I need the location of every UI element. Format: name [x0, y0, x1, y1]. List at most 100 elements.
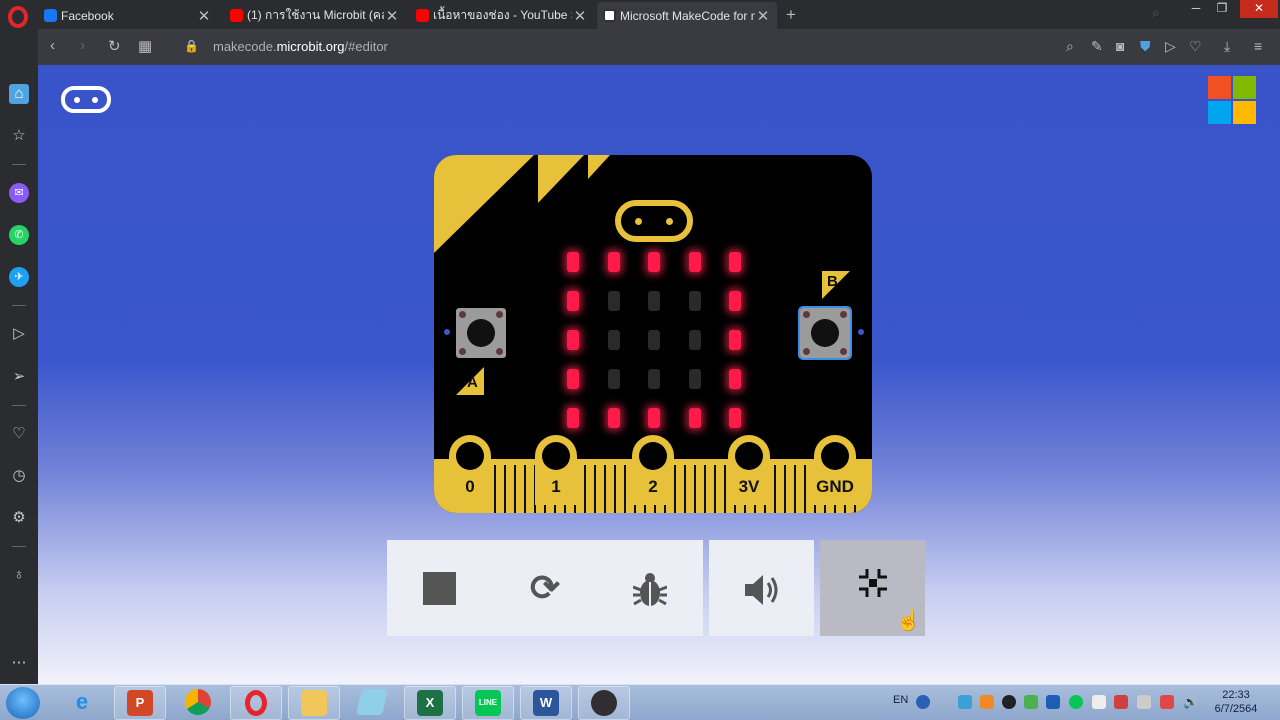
twitter-icon[interactable]: ✈ — [9, 267, 29, 287]
led-4-2 — [648, 408, 660, 428]
menu-icon[interactable]: ≡ — [1254, 38, 1262, 54]
taskbar-opera[interactable] — [230, 686, 282, 720]
button-a[interactable] — [456, 308, 506, 358]
tab-youtube-microbit[interactable]: (1) การใช้งาน Microbit (คลา ✕ — [224, 2, 406, 29]
tab-search-icon[interactable]: ⌕ — [1152, 4, 1160, 21]
clock[interactable]: 22:33 6/7/2564 — [1208, 688, 1264, 716]
player-icon[interactable]: ▷ — [9, 324, 29, 344]
heart-icon[interactable]: ♡ — [9, 424, 29, 444]
folder-icon — [301, 690, 327, 717]
speaker-icon — [744, 575, 777, 606]
adblock-shield-icon[interactable]: ⛊ — [1140, 38, 1151, 55]
connector-stripe — [704, 465, 706, 513]
led-0-2 — [648, 252, 660, 272]
tab-youtube-studio[interactable]: เนื้อหาของช่อง - YouTube S ✕ — [410, 2, 594, 29]
favorite-heart-icon[interactable]: ♡ — [1189, 38, 1202, 55]
connector-stripe — [514, 465, 516, 513]
obs-tray-icon[interactable] — [1002, 695, 1016, 709]
taskbar-powerpoint[interactable]: P — [114, 686, 166, 720]
tray-app-icon[interactable] — [1092, 695, 1106, 709]
led-2-4 — [729, 330, 741, 350]
led-4-1 — [608, 408, 620, 428]
tray-app-icon[interactable] — [1024, 695, 1038, 709]
taskbar-obs[interactable] — [578, 686, 630, 720]
connector-stripe — [774, 465, 776, 513]
bookmarks-icon[interactable]: ☆ — [9, 126, 29, 146]
tray-app-icon[interactable] — [980, 695, 994, 709]
language-indicator[interactable]: EN — [893, 694, 908, 706]
tray-app-icon[interactable] — [1114, 695, 1128, 709]
close-tab-icon[interactable]: ✕ — [755, 7, 771, 25]
taskbar-word[interactable]: W — [520, 686, 572, 720]
line-tray-icon[interactable] — [1069, 695, 1083, 709]
home-icon[interactable]: ⌂ — [9, 84, 29, 104]
connector-stripe — [674, 465, 676, 513]
button-b-pin-dot — [858, 329, 864, 335]
led-1-0 — [567, 291, 579, 311]
mute-control — [709, 540, 814, 636]
facebook-icon — [44, 9, 57, 22]
snapshot-edit-icon[interactable]: ✎ — [1091, 38, 1103, 55]
camera-icon[interactable]: ◙ — [1116, 38, 1124, 54]
stop-button[interactable] — [387, 540, 493, 636]
start-button[interactable] — [6, 687, 40, 719]
close-tab-icon[interactable]: ✕ — [572, 7, 588, 25]
restart-button[interactable]: ⟳ — [493, 540, 597, 636]
led-0-3 — [689, 252, 701, 272]
volume-icon[interactable]: 🔊 — [1183, 695, 1198, 709]
url-field[interactable]: makecode.microbit.org/#editor — [213, 39, 388, 54]
taskbar-ie[interactable]: e — [56, 686, 108, 720]
mute-button[interactable] — [709, 540, 814, 636]
taskbar-excel[interactable]: X — [404, 686, 456, 720]
pin-0-label: 0 — [465, 477, 475, 496]
tray-app-icon[interactable] — [1046, 695, 1060, 709]
messenger-icon[interactable]: ✉ — [9, 183, 29, 203]
led-0-0 — [567, 252, 579, 272]
tab-title: Facebook — [61, 8, 114, 23]
close-tab-icon[interactable]: ✕ — [384, 7, 400, 25]
new-tab-icon[interactable]: + — [786, 5, 796, 25]
history-icon[interactable]: ◷ — [9, 466, 29, 486]
help-icon[interactable] — [916, 695, 930, 709]
minimize-icon[interactable]: ─ — [1182, 0, 1210, 18]
lock-icon[interactable]: 🔒 — [184, 39, 199, 53]
forward-icon[interactable]: › — [80, 37, 85, 54]
taskbar-explorer[interactable] — [288, 686, 340, 720]
tab-facebook[interactable]: Facebook ✕ — [38, 2, 218, 29]
zoom-search-icon[interactable]: ⌕ — [1066, 38, 1074, 55]
button-a-label: A — [467, 374, 478, 391]
tray-app-icon[interactable] — [958, 695, 972, 709]
led-4-3 — [689, 408, 701, 428]
microbit-logo-icon[interactable] — [61, 86, 111, 113]
send-icon[interactable]: ➢ — [9, 367, 29, 387]
opera-menu-icon[interactable] — [8, 6, 28, 28]
reload-icon[interactable]: ↻ — [108, 37, 121, 55]
close-window-icon[interactable]: ✕ — [1240, 0, 1278, 18]
more-icon[interactable]: ⋯ — [9, 653, 29, 673]
pin-3v-label: 3V — [738, 477, 760, 496]
taskbar-line[interactable]: LINE — [462, 686, 514, 720]
bug-icon — [632, 573, 668, 607]
button-b[interactable] — [798, 306, 852, 360]
taskbar-notepad[interactable] — [346, 686, 398, 720]
microsoft-logo-icon[interactable] — [1208, 76, 1257, 124]
download-icon[interactable]: ⤓ — [1224, 38, 1230, 55]
tab-makecode[interactable]: Microsoft MakeCode for m ✕ — [597, 2, 777, 29]
sidebar: ⌂ ☆ ✉ ✆ ✈ ▷ ➢ ♡ ◷ ⚙ ♁ ⋯ — [0, 29, 38, 684]
whatsapp-icon[interactable]: ✆ — [9, 225, 29, 245]
speed-dial-icon[interactable]: ▦ — [138, 37, 152, 55]
tray-app-icon[interactable] — [1137, 695, 1151, 709]
restore-icon[interactable]: ❐ — [1208, 0, 1236, 18]
back-icon[interactable]: ‹ — [50, 37, 55, 54]
chrome-icon — [185, 689, 211, 716]
flow-send-icon[interactable]: ▷ — [1165, 38, 1176, 55]
close-tab-icon[interactable]: ✕ — [196, 7, 212, 25]
lightbulb-icon[interactable]: ♁ — [9, 565, 29, 585]
address-bar: ‹ › ↻ ▦ 🔒 makecode.microbit.org/#editor … — [38, 29, 1280, 65]
board-logo-icon[interactable] — [615, 200, 693, 242]
debug-button[interactable] — [597, 540, 703, 636]
settings-icon[interactable]: ⚙ — [9, 508, 29, 528]
ie-icon: e — [75, 689, 89, 715]
taskbar-chrome[interactable] — [172, 686, 224, 720]
tray-app-icon[interactable] — [1160, 695, 1174, 709]
